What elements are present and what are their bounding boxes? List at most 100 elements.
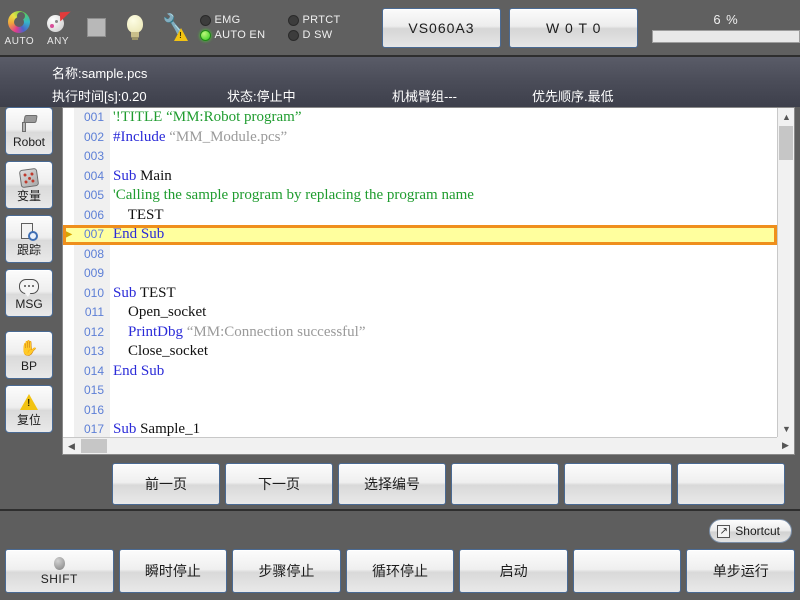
stop-square-icon	[87, 14, 106, 42]
any-mode-indicator[interactable]: ANY	[39, 3, 78, 53]
code-text[interactable]: End Sub	[107, 362, 777, 382]
code-text[interactable]: 'Calling the sample program by replacing…	[107, 186, 777, 206]
code-line[interactable]: 008	[63, 245, 777, 265]
sidebar-item-bp[interactable]: ✋ BP	[5, 331, 53, 379]
robot-model-button[interactable]: VS060A3	[382, 8, 502, 48]
code-text[interactable]: Sub TEST	[107, 284, 777, 304]
line-number: 016	[74, 401, 107, 421]
action-button-7[interactable]: 单步运行	[686, 549, 795, 593]
sidebar-label-trace: 跟踪	[17, 243, 41, 257]
teach-pendant-screen: AUTO ANY 🔧 EMG	[0, 0, 800, 600]
code-line[interactable]: 013 Close_socket	[63, 342, 777, 362]
speed-progress[interactable]: 6 %	[652, 5, 800, 51]
shift-button[interactable]: SHIFT	[5, 549, 114, 593]
code-line[interactable]: 015	[63, 381, 777, 401]
scroll-up-icon[interactable]: ▲	[778, 108, 795, 125]
code-text[interactable]: Close_socket	[107, 342, 777, 362]
code-line[interactable]: 002#Include “MM_Module.pcs”	[63, 128, 777, 148]
code-text[interactable]: Sub Main	[107, 167, 777, 187]
code-line-list[interactable]: 001'!TITLE “MM:Robot program”002#Include…	[63, 108, 777, 437]
program-info-bar: 名称:sample.pcs 执行时间[s]:0.20 状态:停止中 机械臂组--…	[0, 57, 800, 107]
action-button-2[interactable]: 瞬时停止	[119, 549, 228, 593]
line-number: 012	[74, 323, 107, 343]
auto-mode-indicator[interactable]: AUTO	[0, 3, 39, 53]
function-key-6[interactable]	[677, 463, 785, 505]
code-line[interactable]: 001'!TITLE “MM:Robot program”	[63, 108, 777, 128]
sidebar-item-msg[interactable]: MSG	[5, 269, 53, 317]
code-editor-body[interactable]: 001'!TITLE “MM:Robot program”002#Include…	[63, 108, 777, 437]
code-line[interactable]: 012 PrintDbg “MM:Connection successful”	[63, 323, 777, 343]
code-token	[113, 324, 128, 340]
code-token: “MM:Connection successful”	[187, 324, 366, 340]
code-text[interactable]: PrintDbg “MM:Connection successful”	[107, 323, 777, 343]
scroll-down-icon[interactable]: ▼	[778, 420, 795, 437]
code-line[interactable]: 011 Open_socket	[63, 303, 777, 323]
code-line[interactable]: 005'Calling the sample program by replac…	[63, 186, 777, 206]
code-token: Open_socket	[113, 304, 206, 320]
editor-horizontal-scrollbar[interactable]: ◀	[63, 437, 777, 454]
code-token: “MM:Robot program”	[166, 109, 301, 125]
any-icon	[45, 8, 71, 36]
code-text[interactable]: End Sub	[107, 225, 777, 245]
action-button-4[interactable]: 循环停止	[346, 549, 455, 593]
action-button-3[interactable]: 步骤停止	[232, 549, 341, 593]
speed-progress-track[interactable]	[652, 30, 800, 43]
scroll-left-icon[interactable]: ◀	[63, 438, 80, 455]
line-number: 003	[74, 147, 107, 167]
action-button-row: SHIFT 瞬时停止步骤停止循环停止 启动 单步运行	[0, 549, 800, 595]
scroll-right-icon[interactable]: ▶	[777, 437, 794, 454]
sidebar-item-reset[interactable]: 复位	[5, 385, 53, 433]
code-line[interactable]: 004Sub Main	[63, 167, 777, 187]
code-text[interactable]: '!TITLE “MM:Robot program”	[107, 108, 777, 128]
message-bubble-icon	[19, 276, 39, 297]
code-text[interactable]: TEST	[107, 206, 777, 226]
function-key-4[interactable]	[451, 463, 559, 505]
code-token: Sample_1	[140, 421, 200, 437]
work-tool-button[interactable]: W 0 T 0	[509, 8, 638, 48]
auto-en-led-icon	[200, 30, 211, 41]
code-token: #Include	[113, 129, 169, 145]
code-line[interactable]: 006 TEST	[63, 206, 777, 226]
code-line[interactable]: ▶007End Sub	[63, 225, 777, 245]
code-line[interactable]: 014End Sub	[63, 362, 777, 382]
code-line[interactable]: 003	[63, 147, 777, 167]
prtct-led-icon	[288, 15, 299, 26]
light-bulb-icon	[125, 14, 145, 42]
code-line[interactable]: 017Sub Sample_1	[63, 420, 777, 437]
code-token: TEST	[113, 207, 164, 223]
code-text[interactable]: Open_socket	[107, 303, 777, 323]
left-sidebar: Robot 变量 跟踪 MSG ✋ BP 复位	[0, 107, 58, 457]
code-line[interactable]: 009	[63, 264, 777, 284]
editor-vertical-scrollbar[interactable]: ▲ ▼	[777, 108, 794, 437]
shortcut-button[interactable]: ↗ Shortcut	[709, 519, 792, 543]
sidebar-item-variable[interactable]: 变量	[5, 161, 53, 209]
sidebar-label-robot: Robot	[13, 135, 45, 149]
status-toolbar: AUTO ANY 🔧 EMG	[0, 0, 800, 57]
vertical-scroll-thumb[interactable]	[779, 126, 793, 160]
lamp-indicator[interactable]	[116, 3, 155, 53]
code-token: Sub	[113, 421, 140, 437]
code-line[interactable]: 010Sub TEST	[63, 284, 777, 304]
code-editor[interactable]: 001'!TITLE “MM:Robot program”002#Include…	[62, 107, 795, 455]
speed-percent-label: 6 %	[713, 12, 738, 27]
stop-indicator[interactable]	[77, 3, 116, 53]
action-button-5[interactable]: 启动	[459, 549, 568, 593]
function-key-3[interactable]: 选择编号	[338, 463, 446, 505]
code-line[interactable]: 016	[63, 401, 777, 421]
line-number: 013	[74, 342, 107, 362]
code-text[interactable]: Sub Sample_1	[107, 420, 777, 437]
maintenance-indicator[interactable]: 🔧	[155, 3, 194, 53]
action-button-6[interactable]	[573, 549, 682, 593]
run-state: 状态:停止中	[227, 86, 392, 105]
function-key-1[interactable]: 前一页	[112, 463, 220, 505]
auto-swirl-icon	[8, 8, 30, 36]
action-button-label: 启动	[500, 561, 528, 581]
horizontal-scroll-thumb[interactable]	[81, 439, 107, 453]
sidebar-item-robot[interactable]: Robot	[5, 107, 53, 155]
function-key-label: 选择编号	[364, 474, 420, 494]
action-button-label: SHIFT	[41, 572, 78, 586]
sidebar-item-trace[interactable]: 跟踪	[5, 215, 53, 263]
function-key-2[interactable]: 下一页	[225, 463, 333, 505]
code-text[interactable]: #Include “MM_Module.pcs”	[107, 128, 777, 148]
function-key-5[interactable]	[564, 463, 672, 505]
